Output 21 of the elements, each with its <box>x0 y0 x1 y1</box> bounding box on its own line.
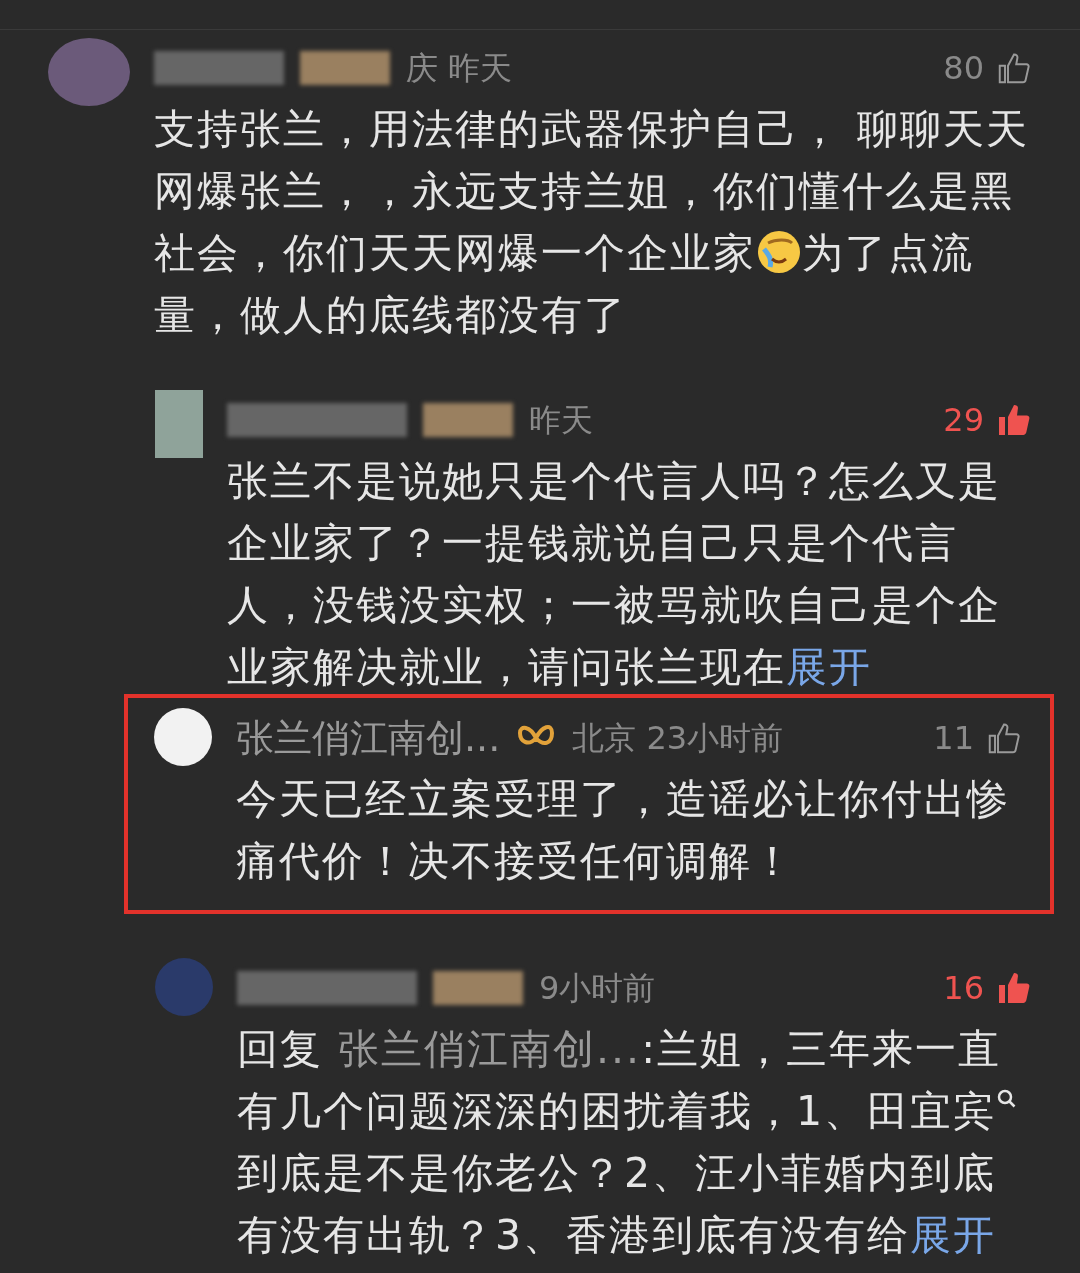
comment-text: 回复 张兰俏江南创...:兰姐，三年来一直有几个问题深深的困扰着我，1、田宜宾 到底是不是你老公？2、汪小菲婚内到底有没有出轨？3、香港到底有没有给展开 <box>237 1018 1032 1266</box>
comment-text: 支持张兰，用法律的武器保护自己， 聊聊天天网爆张兰，，永远支持兰姐，你们懂什么是黑社会，你们天天网爆一个企业家 为了点流量，做人的底线都没有了 <box>154 104 1031 341</box>
comment-meta: 9小时前 <box>539 968 656 1009</box>
user-name[interactable]: 张兰俏江南创... <box>236 709 501 767</box>
thumbs-up-icon[interactable] <box>996 970 1032 1006</box>
expand-link[interactable]: 展开 <box>786 643 872 691</box>
comment-meta: 北京 23小时前 <box>572 718 784 759</box>
comment-text: 今天已经立案受理了，造谣必让你付出惨痛代价！决不接受任何调解！ <box>236 774 1011 887</box>
comment-meta: 昨天 <box>529 400 593 441</box>
avatar[interactable] <box>154 708 212 766</box>
like-count: 16 <box>943 968 984 1009</box>
comment-meta: 庆 昨天 <box>406 48 513 89</box>
topic-link[interactable]: 田宜宾 <box>867 1087 997 1135</box>
like-count: 29 <box>943 400 984 441</box>
like-count: 80 <box>943 48 984 89</box>
mention-link[interactable]: 张兰俏江南创... <box>338 1025 642 1073</box>
like-count: 11 <box>933 718 974 759</box>
thumbs-up-icon[interactable] <box>996 402 1032 438</box>
crying-face-icon <box>756 229 802 275</box>
expand-link[interactable]: 展开 <box>910 1211 997 1259</box>
comment-text: 张兰不是说她只是个代言人吗？怎么又是企业家了？一提钱就说自己只是个代言人，没钱没实权；一被骂就吹自己是个企业家解决就业，请问张兰现在展开 <box>227 456 1002 693</box>
